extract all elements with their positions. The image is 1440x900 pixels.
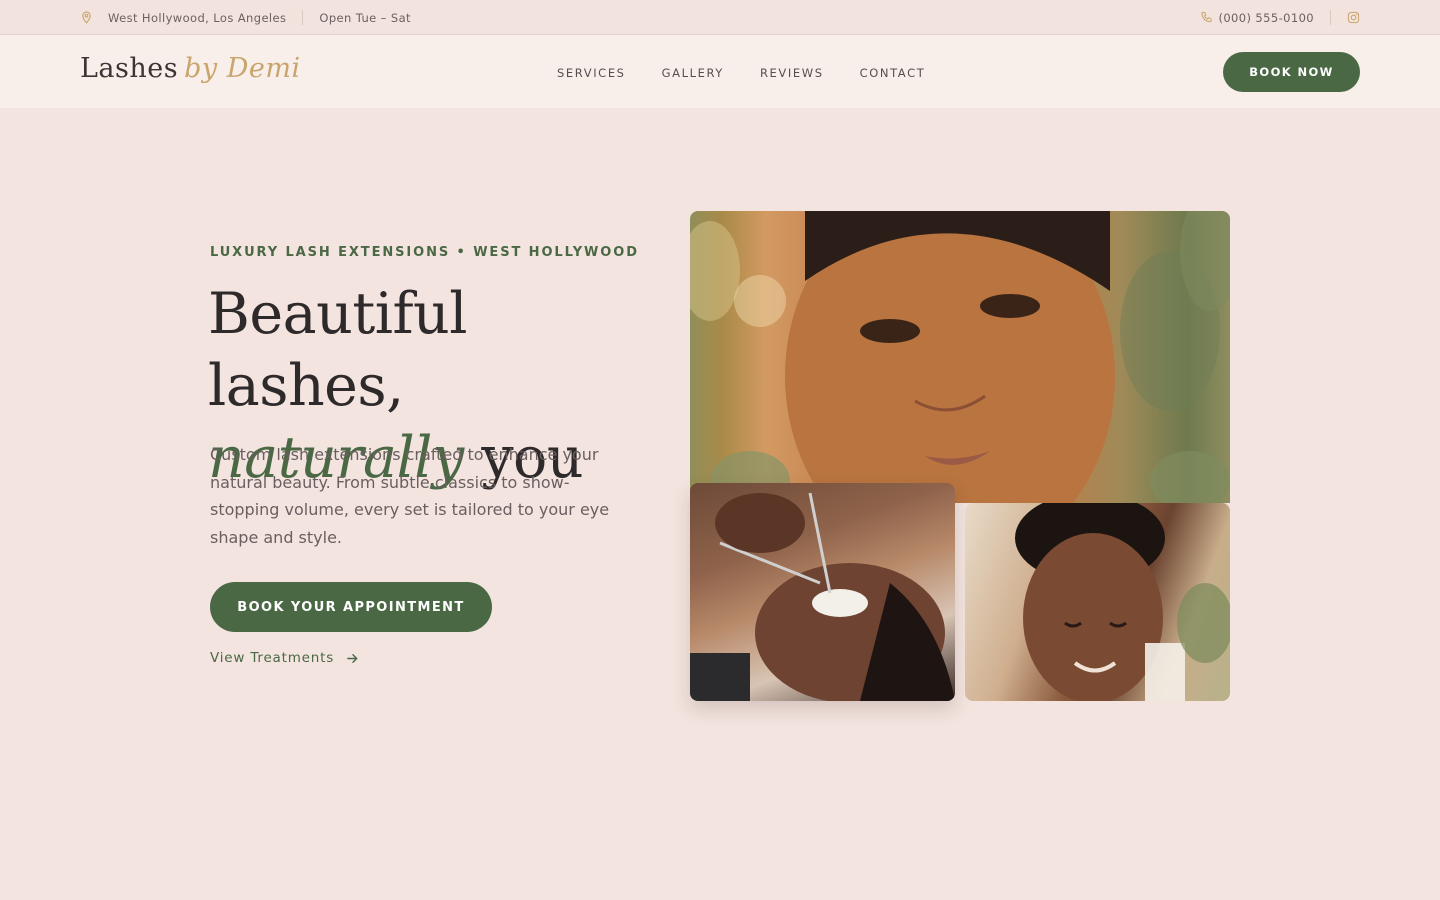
arrow-right-icon [347, 653, 358, 663]
nav-link-services[interactable]: SERVICES [557, 66, 626, 80]
hero-description: Custom lash extensions crafted to enhanc… [210, 445, 610, 547]
instagram-icon[interactable] [1347, 11, 1360, 24]
hero-eyebrow: LUXURY LASH EXTENSIONS • WEST HOLLYWOOD [210, 245, 639, 260]
main-nav: SERVICES GALLERY REVIEWS CONTACT [557, 66, 961, 80]
nav-link-reviews[interactable]: REVIEWS [760, 66, 824, 80]
logo-main: Lashes [80, 53, 179, 84]
headline-line-1: Beautiful lashes, [208, 281, 468, 419]
nav-link-gallery[interactable]: GALLERY [662, 66, 724, 80]
divider [302, 10, 304, 25]
nav-link-contact[interactable]: CONTACT [860, 66, 926, 80]
location-text: West Hollywood, Los Angeles [108, 10, 287, 25]
map-pin-icon [82, 11, 91, 24]
logo-accent: by Demi [184, 53, 301, 84]
book-appointment-button[interactable]: BOOK YOUR APPOINTMENT [210, 582, 492, 632]
topbar-right: (000) 555-0100 [1200, 0, 1360, 35]
main-header: Lashes by Demi SERVICES GALLERY REVIEWS C… [0, 35, 1440, 108]
hero-photo-smiling-woman [965, 503, 1230, 701]
phone-icon [1201, 11, 1213, 23]
smiling-woman-illustration [1015, 503, 1230, 701]
hero-photo-lash-application [690, 483, 955, 701]
divider [1330, 10, 1331, 25]
topbar-left: West Hollywood, Los Angeles Open Tue – S… [80, 0, 411, 35]
view-treatments-label: View Treatments [210, 650, 335, 666]
hours-text: Open Tue – Sat [319, 10, 411, 25]
hero-photo-portrait [690, 211, 1230, 503]
logo[interactable]: Lashes by Demi [80, 53, 301, 84]
top-info-bar: West Hollywood, Los Angeles Open Tue – S… [0, 0, 1440, 35]
view-treatments-link[interactable]: View Treatments [210, 650, 359, 666]
phone-link[interactable]: (000) 555-0100 [1218, 11, 1314, 25]
portrait-illustration [690, 211, 1230, 503]
book-now-button[interactable]: BOOK NOW [1223, 52, 1360, 92]
lash-application-illustration [690, 492, 955, 701]
